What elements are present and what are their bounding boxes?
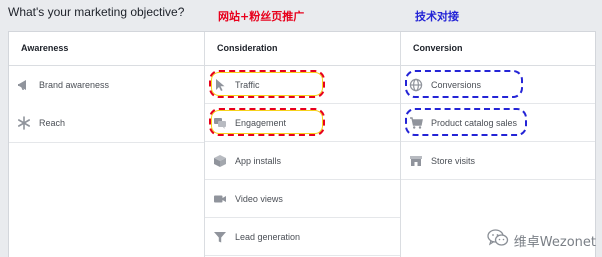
wechat-icon [487,228,509,253]
objective-label: Reach [39,118,66,128]
objective-label: Product catalog sales [431,118,518,128]
column-header-conversion: Conversion [401,32,595,66]
column-header-awareness: Awareness [9,32,204,66]
objective-label: Engagement [235,118,287,128]
funnel-icon [213,230,227,244]
column-header-consideration: Consideration [205,32,400,66]
snowflake-icon [17,116,31,130]
globe-icon [409,78,423,92]
objective-reach[interactable]: Reach [9,104,204,142]
objective-app-installs[interactable]: App installs [205,142,400,180]
video-camera-icon [213,192,227,206]
objective-product-catalog-sales[interactable]: Product catalog sales [401,104,595,142]
objective-brand-awareness[interactable]: Brand awareness [9,66,204,104]
objective-engagement[interactable]: Engagement [205,104,400,142]
objective-label: Store visits [431,156,476,166]
column-awareness: Awareness Brand awareness Reach [9,32,205,257]
column-spacer [9,142,204,257]
objective-label: Traffic [235,80,260,90]
column-consideration: Consideration Traffic Engagement App ins… [205,32,401,257]
objective-label: Lead generation [235,232,301,242]
column-conversion: Conversion Conversions Product catalog s… [401,32,595,257]
objective-grid: Awareness Brand awareness Reach Consider… [8,31,596,257]
shopping-cart-icon [409,116,423,130]
annotation-web-fanpage-promotion: 网站+粉丝页推广 [218,10,305,23]
megaphone-icon [17,78,31,92]
objective-label: App installs [235,156,282,166]
page-title: What's your marketing objective? [8,5,185,19]
objective-conversions[interactable]: Conversions [401,66,595,104]
objective-store-visits[interactable]: Store visits [401,142,595,180]
objective-video-views[interactable]: Video views [205,180,400,218]
objective-panel: What's your marketing objective? 网站+粉丝页推… [0,0,602,257]
cursor-icon [213,78,227,92]
objective-lead-generation[interactable]: Lead generation [205,218,400,256]
cube-icon [213,154,227,168]
annotation-technical-integration: 技术对接 [415,10,459,23]
objective-label: Brand awareness [39,80,110,90]
store-icon [409,154,423,168]
objective-traffic[interactable]: Traffic [205,66,400,104]
watermark: 维卓Wezonet [487,228,596,253]
objective-label: Conversions [431,80,482,90]
watermark-text: 维卓Wezonet [513,234,596,250]
objective-label: Video views [235,194,283,204]
chat-bubbles-icon [213,116,227,130]
